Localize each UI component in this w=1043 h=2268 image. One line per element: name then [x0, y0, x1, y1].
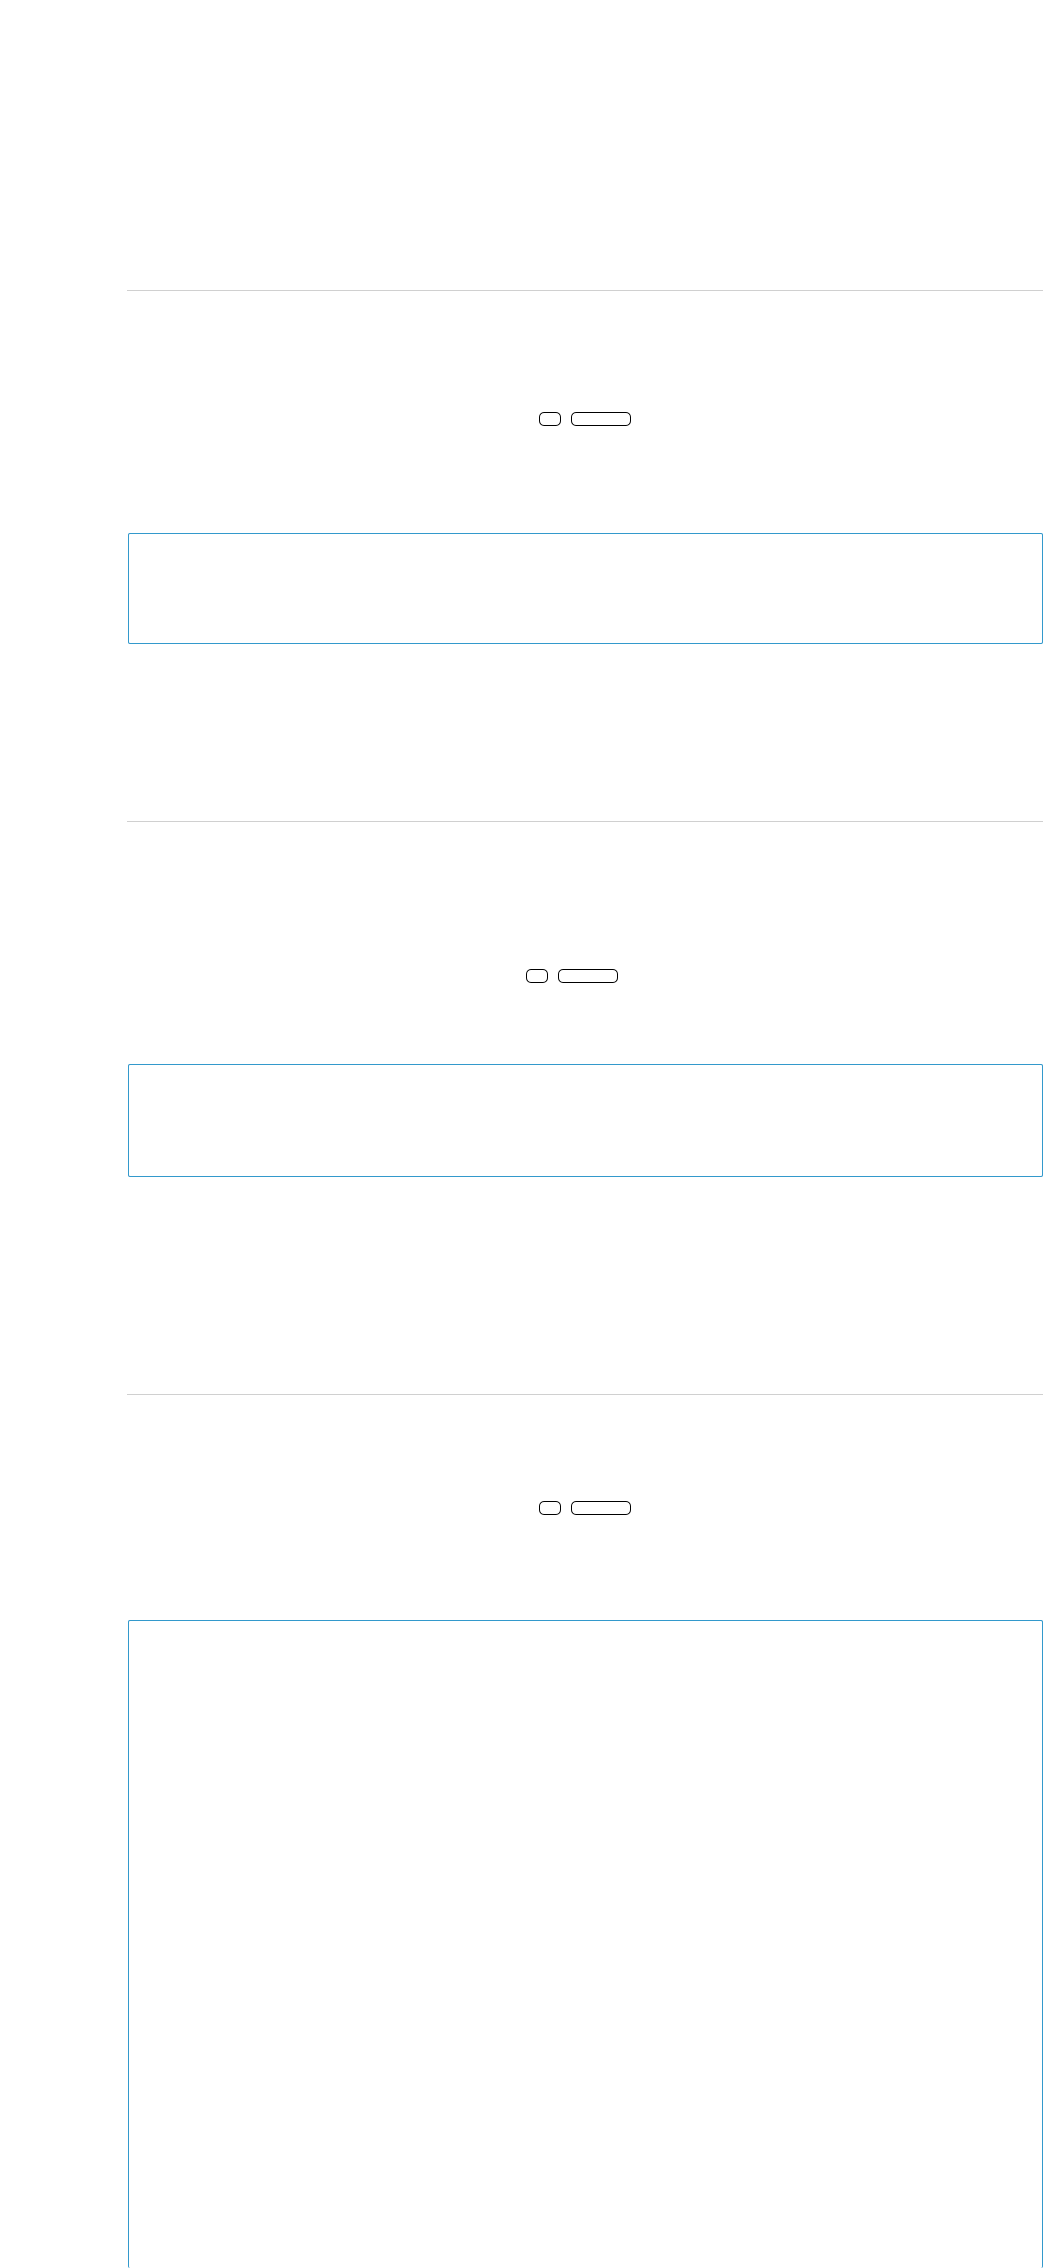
section-divider	[127, 290, 1043, 291]
section-divider	[127, 821, 1043, 822]
page-container	[0, 0, 1043, 2268]
small-pill-button[interactable]	[526, 969, 548, 983]
highlight-box-2	[128, 1064, 1043, 1177]
large-pill-button[interactable]	[571, 1501, 631, 1515]
small-pill-button[interactable]	[539, 412, 561, 426]
control-row-1	[127, 412, 1043, 426]
small-pill-button[interactable]	[539, 1501, 561, 1515]
control-row-3	[127, 1501, 1043, 1515]
large-pill-button[interactable]	[558, 969, 618, 983]
control-row-2	[127, 969, 1043, 983]
section-divider	[127, 1394, 1043, 1395]
highlight-box-3	[128, 1620, 1043, 2268]
large-pill-button[interactable]	[571, 412, 631, 426]
highlight-box-1	[128, 533, 1043, 644]
